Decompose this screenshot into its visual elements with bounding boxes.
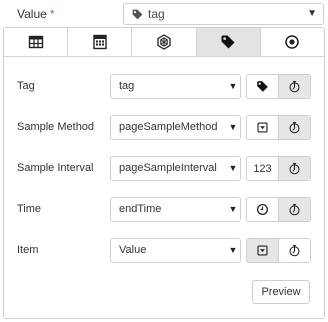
tab-tag[interactable] <box>196 28 261 56</box>
value-label: Value * <box>17 7 54 21</box>
hexagon-icon <box>157 34 171 50</box>
expression-icon <box>289 203 300 216</box>
sample-interval-select[interactable]: pageSampleInterval ▼ <box>110 156 241 181</box>
chevron-down-icon: ▼ <box>226 198 240 221</box>
clock-icon <box>256 203 269 216</box>
expression-button[interactable] <box>278 75 310 98</box>
source-button-group <box>246 74 311 99</box>
number-source-button[interactable]: 123 <box>247 157 278 180</box>
row-label: Sample Interval <box>17 162 94 174</box>
chevron-down-icon: ▼ <box>226 75 240 98</box>
tag-source-button[interactable] <box>247 75 278 98</box>
table-icon <box>28 35 43 49</box>
chevron-down-icon: ▼ <box>226 157 240 180</box>
row-item: Item Value ▼ <box>4 238 324 264</box>
row-sample-method: Sample Method pageSampleMethod ▼ <box>4 115 324 141</box>
dropdown-source-button[interactable] <box>247 116 278 139</box>
tab-hexagon[interactable] <box>132 28 197 56</box>
item-select[interactable]: Value ▼ <box>110 238 241 263</box>
row-sample-interval: Sample Interval pageSampleInterval ▼ 123 <box>4 156 324 182</box>
dropdown-icon <box>257 122 268 133</box>
select-value: Value <box>119 244 147 256</box>
chevron-down-icon: ▼ <box>226 239 240 262</box>
calculator-icon <box>93 34 107 50</box>
tag-icon <box>257 81 268 92</box>
expression-icon <box>289 80 300 93</box>
tag-icon <box>221 35 235 49</box>
sample-method-select[interactable]: pageSampleMethod ▼ <box>110 115 241 140</box>
select-value: pageSampleMethod <box>119 121 218 133</box>
source-button-group <box>246 197 311 222</box>
preview-button[interactable]: Preview <box>252 280 310 304</box>
row-tag: Tag tag ▼ <box>4 74 324 100</box>
row-label: Tag <box>17 80 35 92</box>
value-source-panel: Tag tag ▼ Sample Method pageSampleMethod… <box>3 27 325 319</box>
expression-icon <box>289 244 300 257</box>
row-label: Item <box>17 244 39 256</box>
source-button-group <box>246 238 311 263</box>
tag-select[interactable]: tag ▼ <box>110 74 241 99</box>
time-source-button[interactable] <box>247 198 278 221</box>
tag-icon <box>132 9 143 19</box>
expression-button[interactable] <box>278 239 310 262</box>
value-select[interactable]: tag ▼ <box>123 3 324 25</box>
tab-calculator[interactable] <box>68 28 133 56</box>
chevron-down-icon: ▼ <box>307 8 317 19</box>
dropdown-source-button[interactable] <box>247 239 278 262</box>
time-select[interactable]: endTime ▼ <box>110 197 241 222</box>
source-button-group: 123 <box>246 156 311 181</box>
select-value: pageSampleInterval <box>119 162 217 174</box>
value-select-text: tag <box>148 7 165 21</box>
expression-button[interactable] <box>278 198 310 221</box>
radio-button-icon <box>285 35 300 49</box>
row-label: Sample Method <box>17 121 95 133</box>
tab-table[interactable] <box>4 28 69 56</box>
row-label: Time <box>17 203 42 215</box>
tab-radio[interactable] <box>260 28 325 56</box>
select-value: tag <box>119 80 135 92</box>
expression-icon <box>289 121 300 134</box>
value-label-text: Value <box>17 7 47 21</box>
chevron-down-icon: ▼ <box>226 116 240 139</box>
source-button-group <box>246 115 311 140</box>
expression-button[interactable] <box>278 157 310 180</box>
expression-button[interactable] <box>278 116 310 139</box>
dropdown-icon <box>257 245 268 256</box>
select-value: endTime <box>119 203 162 215</box>
number-icon: 123 <box>253 162 272 175</box>
required-marker: * <box>49 7 55 21</box>
expression-icon <box>289 162 300 175</box>
source-tabs <box>4 28 325 57</box>
row-time: Time endTime ▼ <box>4 197 324 223</box>
